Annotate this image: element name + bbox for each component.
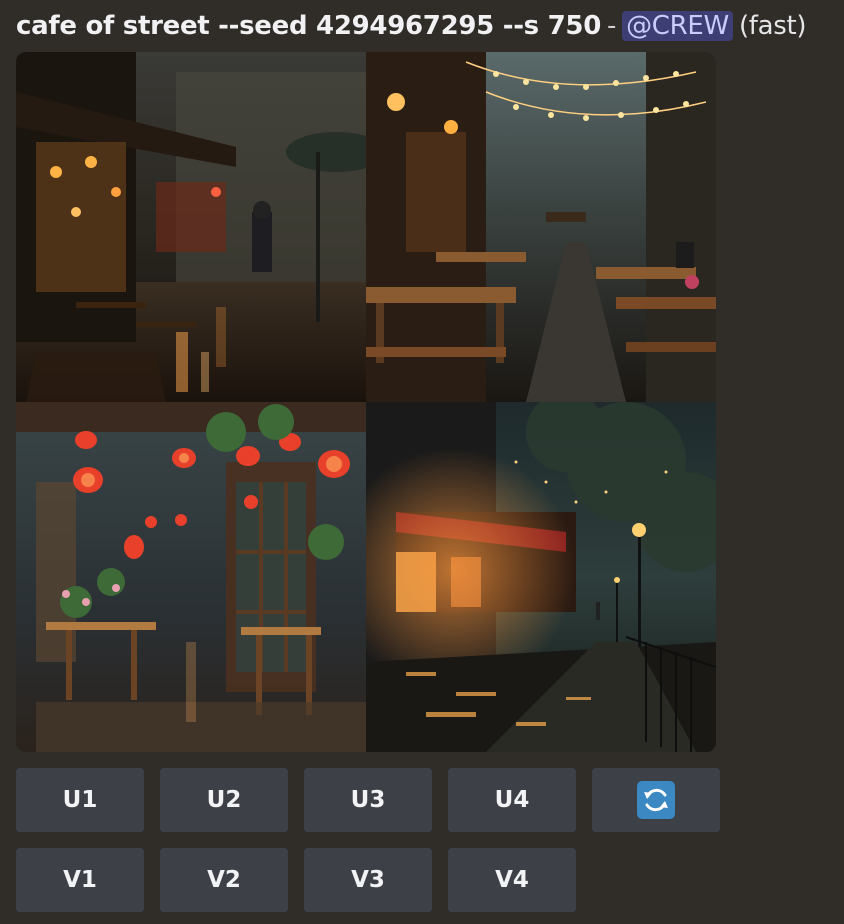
separator: -: [607, 11, 617, 41]
image-tile-1-art: [16, 52, 366, 402]
counterclockwise-arrows-icon: [637, 781, 675, 819]
variation-button-4[interactable]: V4: [448, 848, 576, 912]
speed-label: (fast): [738, 11, 807, 41]
image-tile-1[interactable]: [16, 52, 366, 402]
variation-button-1[interactable]: V1: [16, 848, 144, 912]
prompt-text: cafe of street --seed 4294967295 --s 750: [16, 11, 601, 41]
variation-button-2[interactable]: V2: [160, 848, 288, 912]
message-header: cafe of street --seed 4294967295 --s 750…: [16, 8, 807, 44]
variation-button-3[interactable]: V3: [304, 848, 432, 912]
bot-message: cafe of street --seed 4294967295 --s 750…: [0, 0, 844, 924]
upscale-button-1[interactable]: U1: [16, 768, 144, 832]
upscale-button-3[interactable]: U3: [304, 768, 432, 832]
image-tile-4[interactable]: [366, 402, 716, 752]
image-tile-3[interactable]: [16, 402, 366, 752]
image-tile-4-art: [366, 402, 716, 752]
image-grid[interactable]: [16, 52, 716, 752]
user-mention[interactable]: @CREW: [622, 11, 733, 41]
upscale-button-2[interactable]: U2: [160, 768, 288, 832]
upscale-button-4[interactable]: U4: [448, 768, 576, 832]
reroll-button[interactable]: [592, 768, 720, 832]
image-tile-3-art: [16, 402, 366, 752]
image-tile-2[interactable]: [366, 52, 716, 402]
image-tile-2-art: [366, 52, 716, 402]
